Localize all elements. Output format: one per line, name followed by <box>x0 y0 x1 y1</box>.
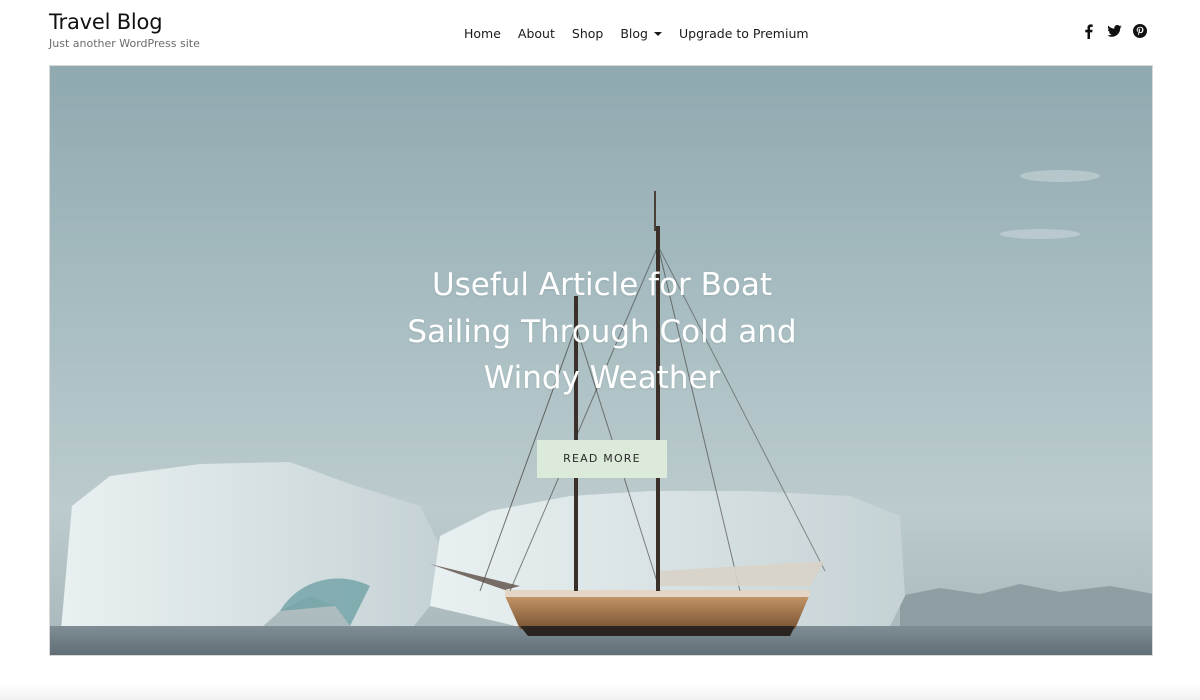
nav-item-label: Upgrade to Premium <box>678 26 809 41</box>
site-branding: Travel Blog Just another WordPress site <box>49 8 200 50</box>
hero-title[interactable]: Useful Article for Boat Sailing Through … <box>392 262 812 402</box>
nav-item-home[interactable]: Home <box>464 26 501 41</box>
site-header: Travel Blog Just another WordPress site … <box>0 0 1200 65</box>
page-bottom-divider <box>0 683 1200 700</box>
site-tagline: Just another WordPress site <box>49 37 200 50</box>
nav-item-upgrade-to-premium[interactable]: Upgrade to Premium <box>679 26 809 41</box>
caret-down-icon[interactable] <box>653 32 662 36</box>
nav-item-label: Blog <box>620 26 648 41</box>
hero-slider: Useful Article for Boat Sailing Through … <box>49 65 1153 656</box>
read-more-button[interactable]: READ MORE <box>537 439 667 478</box>
pinterest-icon[interactable] <box>1132 23 1148 39</box>
site-title[interactable]: Travel Blog <box>49 8 200 36</box>
twitter-icon[interactable] <box>1106 23 1122 39</box>
nav-item-label: About <box>517 26 555 41</box>
social-links <box>1080 23 1158 39</box>
nav-item-label: Shop <box>571 26 604 41</box>
nav-item-blog[interactable]: Blog <box>620 26 662 41</box>
nav-item-shop[interactable]: Shop <box>572 26 603 41</box>
nav-item-label: Home <box>464 26 501 41</box>
hero-content: Useful Article for Boat Sailing Through … <box>50 262 1152 478</box>
main-navigation: Home About Shop Blog Upgrade to Premium <box>464 26 826 41</box>
facebook-icon[interactable] <box>1080 23 1096 39</box>
nav-item-about[interactable]: About <box>518 26 555 41</box>
